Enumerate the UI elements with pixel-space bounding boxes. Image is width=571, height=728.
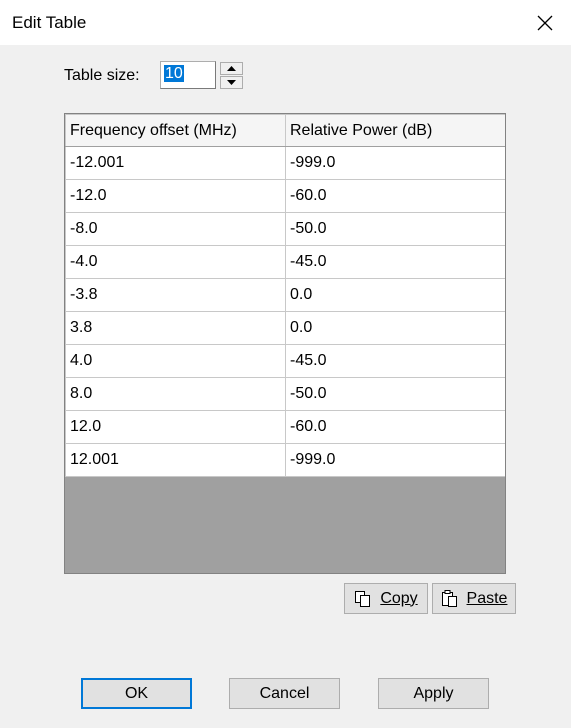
paste-button[interactable]: Paste	[432, 583, 516, 614]
cell-frequency-offset[interactable]: -12.0	[65, 179, 286, 213]
cell-frequency-offset[interactable]: 12.0	[65, 410, 286, 444]
apply-button[interactable]: Apply	[378, 678, 489, 709]
close-button[interactable]	[527, 6, 563, 40]
table-row: -12.001 -999.0	[65, 146, 505, 180]
table-header-row: Frequency offset (MHz) Relative Power (d…	[65, 114, 505, 147]
cell-frequency-offset[interactable]: 4.0	[65, 344, 286, 378]
cell-frequency-offset[interactable]: -3.8	[65, 278, 286, 312]
cell-relative-power[interactable]: 0.0	[285, 311, 505, 345]
cell-relative-power[interactable]: -60.0	[285, 410, 505, 444]
cell-frequency-offset[interactable]: -12.001	[65, 146, 286, 180]
table-row: -8.0 -50.0	[65, 212, 505, 246]
window-title: Edit Table	[12, 13, 87, 32]
table-row: 12.0 -60.0	[65, 410, 505, 444]
column-header-frequency-offset[interactable]: Frequency offset (MHz)	[65, 114, 286, 147]
table-row: 3.8 0.0	[65, 311, 505, 345]
table-row: 8.0 -50.0	[65, 377, 505, 411]
copy-button[interactable]: Copy	[344, 583, 428, 614]
cell-frequency-offset[interactable]: 8.0	[65, 377, 286, 411]
table-row: 12.001 -999.0	[65, 443, 505, 477]
triangle-up-icon	[227, 66, 236, 71]
paste-icon	[441, 589, 457, 607]
spin-up-button[interactable]	[220, 62, 243, 75]
cell-relative-power[interactable]: -999.0	[285, 146, 505, 180]
cell-frequency-offset[interactable]: -8.0	[65, 212, 286, 246]
column-header-relative-power[interactable]: Relative Power (dB)	[285, 114, 505, 147]
copy-label: Copy	[380, 589, 418, 607]
spin-down-button[interactable]	[220, 76, 243, 89]
cell-relative-power[interactable]: -45.0	[285, 245, 505, 279]
close-icon	[537, 15, 553, 31]
cell-relative-power[interactable]: -45.0	[285, 344, 505, 378]
edit-table-grid: Frequency offset (MHz) Relative Power (d…	[64, 113, 506, 574]
table-row: -12.0 -60.0	[65, 179, 505, 213]
cell-frequency-offset[interactable]: -4.0	[65, 245, 286, 279]
table-row: -4.0 -45.0	[65, 245, 505, 279]
cell-frequency-offset[interactable]: 12.001	[65, 443, 286, 477]
triangle-down-icon	[227, 80, 236, 85]
table-size-spinner	[220, 62, 244, 90]
ok-button[interactable]: OK	[81, 678, 192, 709]
title-bar: Edit Table	[0, 0, 571, 45]
cell-frequency-offset[interactable]: 3.8	[65, 311, 286, 345]
copy-icon	[355, 590, 371, 607]
cell-relative-power[interactable]: -50.0	[285, 377, 505, 411]
cell-relative-power[interactable]: 0.0	[285, 278, 505, 312]
table-row: 4.0 -45.0	[65, 344, 505, 378]
cell-relative-power[interactable]: -50.0	[285, 212, 505, 246]
paste-label: Paste	[466, 589, 508, 607]
cancel-button[interactable]: Cancel	[229, 678, 340, 709]
table-size-value: 10	[164, 65, 184, 82]
cell-relative-power[interactable]: -999.0	[285, 443, 505, 477]
table-size-label: Table size:	[64, 67, 140, 84]
cell-relative-power[interactable]: -60.0	[285, 179, 505, 213]
table-size-input[interactable]: 10	[160, 61, 216, 89]
table-row: -3.8 0.0	[65, 278, 505, 312]
data-table: Frequency offset (MHz) Relative Power (d…	[65, 114, 505, 477]
